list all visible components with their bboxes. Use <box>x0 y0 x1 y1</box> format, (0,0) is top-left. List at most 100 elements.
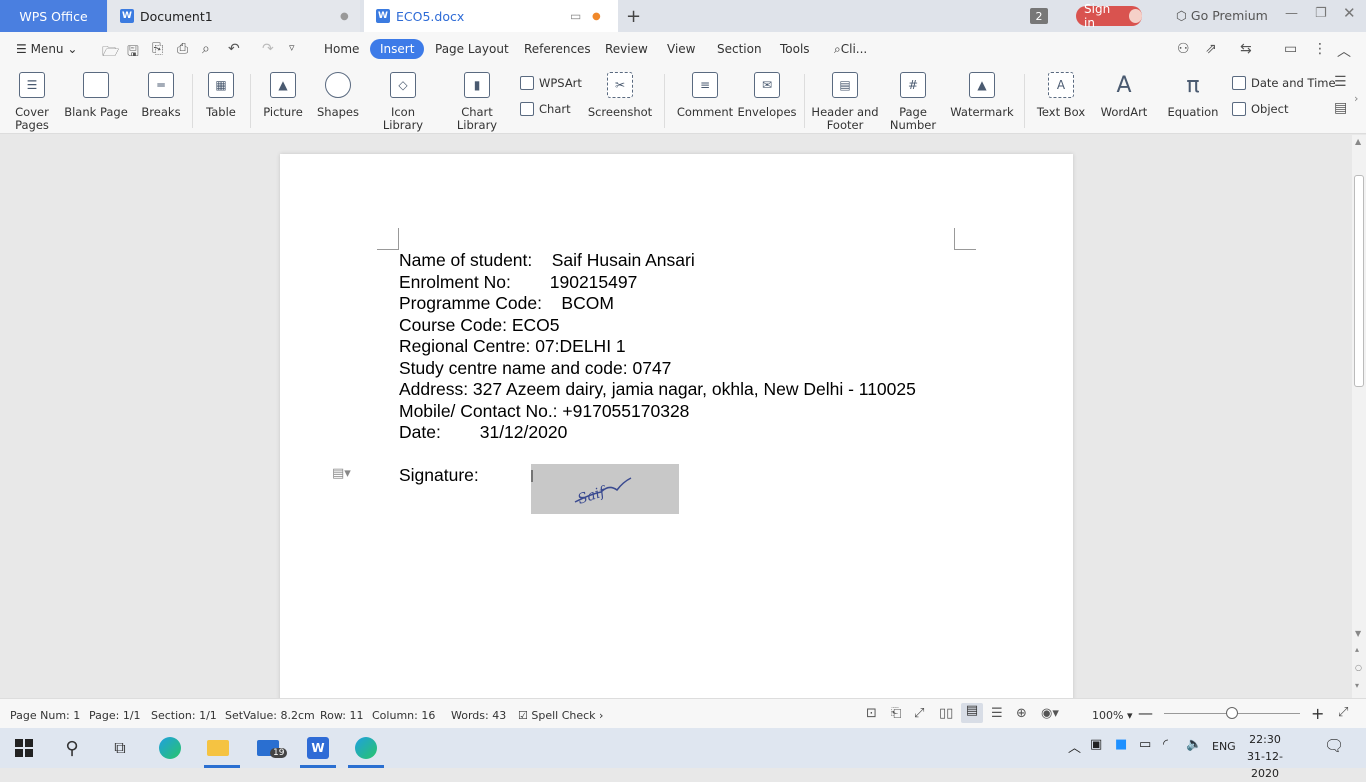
paragraph-menu-icon[interactable]: ▤▾ <box>332 466 351 481</box>
page-view-icon[interactable]: ▤ <box>961 703 983 723</box>
scroll-down-icon[interactable]: ▼ <box>1355 629 1361 638</box>
programme-line[interactable]: Programme Code: BCOM <box>399 293 614 314</box>
tab-insert[interactable]: Insert <box>370 39 425 59</box>
enrolment-line[interactable]: Enrolment No: 190215497 <box>399 272 637 293</box>
comment-button[interactable]: ≡ Comment <box>677 72 733 119</box>
wordart-button[interactable]: A WordArt <box>1096 72 1152 119</box>
search-button[interactable]: ⌕Cli... <box>834 42 867 57</box>
close-icon[interactable]: ✕ <box>1343 4 1356 22</box>
open-icon[interactable]: 🗁 <box>102 41 119 65</box>
signature-image[interactable]: Saif <box>531 464 679 514</box>
edge-icon[interactable] <box>158 736 182 760</box>
fit-window-icon[interactable]: ⤢ <box>1338 705 1348 720</box>
minimize-icon[interactable]: — <box>1285 6 1298 21</box>
envelopes-button[interactable]: ✉ Envelopes <box>737 72 797 119</box>
sync-icon[interactable]: ⇆ <box>1240 41 1252 57</box>
page-number-button[interactable]: # Page Number <box>886 72 940 132</box>
more-icon[interactable]: ⋮ <box>1313 41 1327 57</box>
column-status[interactable]: Column: 16 <box>372 709 435 722</box>
search-icon[interactable]: ⚲ <box>60 736 84 760</box>
tray-chevron-icon[interactable]: ︿ <box>1068 737 1081 756</box>
tab-document1[interactable]: W Document1 ● <box>108 0 360 32</box>
tab-tools[interactable]: Tools <box>780 42 810 56</box>
shapes-button[interactable]: Shapes <box>313 72 363 119</box>
page-status[interactable]: Page: 1/1 <box>89 709 141 722</box>
wpsart-button[interactable]: WPSArt <box>520 76 582 90</box>
battery-icon[interactable]: ▭ <box>1139 737 1151 752</box>
table-button[interactable]: ▦ Table <box>200 72 242 119</box>
select-browse-icon[interactable]: ○ <box>1355 663 1362 672</box>
signature-label[interactable]: Signature: <box>399 465 479 486</box>
wps-writer-icon[interactable]: W <box>306 736 330 760</box>
wps-office-tab[interactable]: WPS Office <box>0 0 107 32</box>
zoom-slider-thumb[interactable] <box>1226 707 1238 719</box>
align-icon[interactable]: ☰ <box>1334 74 1347 90</box>
customize-chevron-icon[interactable]: ▿ <box>289 41 295 54</box>
tab-review[interactable]: Review <box>605 42 648 56</box>
windows-start-icon[interactable] <box>12 736 36 760</box>
two-page-icon[interactable]: ▯▯ <box>939 706 953 721</box>
file-explorer-icon[interactable] <box>206 736 230 760</box>
tray-app-icon[interactable]: ▣ <box>1090 737 1102 752</box>
wifi-icon[interactable]: ◜ <box>1163 737 1168 752</box>
share-icon[interactable]: ⇗ <box>1205 41 1217 57</box>
blank-page-button[interactable]: Blank Page <box>62 72 130 119</box>
text-box-button[interactable]: A Text Box <box>1034 72 1088 119</box>
tab-references[interactable]: References <box>524 42 591 56</box>
icon-library-button[interactable]: ◇ Icon Library <box>371 72 435 132</box>
mail-icon[interactable]: 19 <box>256 736 288 760</box>
document-canvas[interactable]: Name of student: Saif Husain Ansari Enro… <box>0 135 1352 698</box>
print-icon[interactable]: ⎙ <box>177 41 188 57</box>
tab-page-layout[interactable]: Page Layout <box>435 42 509 56</box>
chart-library-button[interactable]: ▮ Chart Library <box>443 72 511 132</box>
print-preview-icon[interactable]: ⌕ <box>202 41 210 57</box>
eye-protection-icon[interactable]: ◉▾ <box>1041 706 1059 721</box>
collapse-ribbon-icon[interactable]: ︿ <box>1337 41 1351 61</box>
comment-panel-icon[interactable]: ▭ <box>1284 41 1297 57</box>
share-user-icon[interactable]: ⚇ <box>1177 41 1190 57</box>
edge-icon-2[interactable] <box>354 736 378 760</box>
monitor-icon[interactable]: ▭ <box>570 9 581 23</box>
go-premium-button[interactable]: ⬡ Go Premium <box>1176 8 1268 23</box>
scroll-thumb[interactable] <box>1354 175 1364 387</box>
date-line[interactable]: Date: 31/12/2020 <box>399 422 567 443</box>
sign-in-button[interactable]: Sign in <box>1076 2 1142 30</box>
address-line[interactable]: Address: 327 Azeem dairy, jamia nagar, o… <box>399 379 916 400</box>
task-view-icon[interactable]: ⧉ <box>108 736 132 760</box>
menu-button[interactable]: ☰ Menu ⌄ <box>16 42 77 56</box>
web-layout-icon[interactable]: ⊕ <box>1016 706 1027 721</box>
volume-icon[interactable]: 🔈 <box>1186 737 1202 752</box>
setvalue-status[interactable]: SetValue: 8.2cm <box>225 709 315 722</box>
document-page[interactable]: Name of student: Saif Husain Ansari Enro… <box>280 154 1073 698</box>
study-centre-line[interactable]: Study centre name and code: 0747 <box>399 358 671 379</box>
breaks-button[interactable]: ═ Breaks <box>138 72 184 119</box>
chart-button[interactable]: Chart <box>520 102 571 116</box>
read-mode-icon[interactable]: ⎗ <box>891 706 901 721</box>
tab-eco5[interactable]: W ECO5.docx ▭ ● <box>364 0 618 32</box>
restore-icon[interactable]: ❐ <box>1315 6 1327 21</box>
export-icon[interactable]: ⎘ <box>152 41 163 57</box>
row-status[interactable]: Row: 11 <box>320 709 363 722</box>
redo-icon[interactable]: ↷ <box>262 41 274 57</box>
course-line[interactable]: Course Code: ECO5 <box>399 315 560 336</box>
tray-blue-icon[interactable]: ■ <box>1115 737 1127 752</box>
scroll-up-icon[interactable]: ▲ <box>1355 137 1361 146</box>
object-button[interactable]: Object <box>1232 102 1288 116</box>
doc-icon[interactable]: ▤ <box>1334 100 1347 116</box>
zoom-in-icon[interactable]: + <box>1311 704 1324 723</box>
save-icon[interactable]: 🖫 <box>127 41 139 65</box>
cover-pages-button[interactable]: ☰ Cover Pages <box>12 72 52 132</box>
prev-page-icon[interactable]: ▴ <box>1355 645 1359 654</box>
tab-home[interactable]: Home <box>324 42 359 56</box>
picture-button[interactable]: ▲ Picture <box>258 72 308 119</box>
spell-check-button[interactable]: ☑ Spell Check › <box>518 709 603 722</box>
language-indicator[interactable]: ENG <box>1212 740 1236 753</box>
words-status[interactable]: Words: 43 <box>451 709 506 722</box>
mobile-line[interactable]: Mobile/ Contact No.: +917055170328 <box>399 401 689 422</box>
ribbon-scroll-right-icon[interactable]: › <box>1354 92 1358 105</box>
zoom-out-icon[interactable]: — <box>1138 704 1153 722</box>
section-status[interactable]: Section: 1/1 <box>151 709 217 722</box>
outline-view-icon[interactable]: ☰ <box>991 706 1003 721</box>
screenshot-button[interactable]: ✂ Screenshot <box>586 72 654 119</box>
student-name-line[interactable]: Name of student: Saif Husain Ansari <box>399 250 695 271</box>
